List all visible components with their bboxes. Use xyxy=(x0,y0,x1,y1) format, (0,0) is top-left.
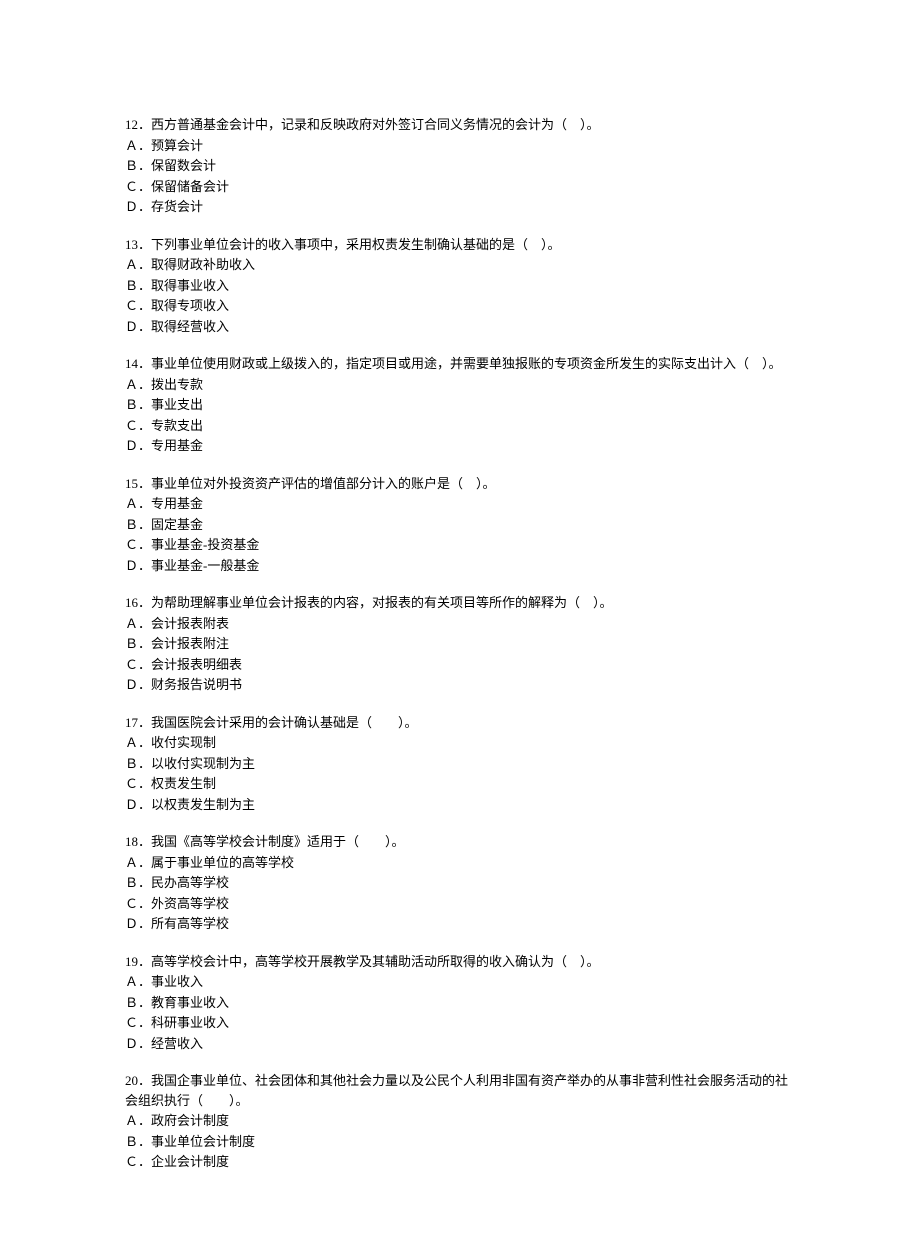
question-body: 高等学校会计中，高等学校开展教学及其辅助活动所取得的收入确认为（ ）。 xyxy=(151,954,600,969)
question-option: Ｄ．存货会计 xyxy=(125,197,795,217)
question-option: Ｂ．保留数会计 xyxy=(125,156,795,176)
question-block: 18．我国《高等学校会计制度》适用于（ ）。Ａ．属于事业单位的高等学校Ｂ．民办高… xyxy=(125,832,795,934)
question-number: 18． xyxy=(125,834,151,849)
question-body: 下列事业单位会计的收入事项中，采用权责发生制确认基础的是（ ）。 xyxy=(151,237,561,252)
question-number: 15． xyxy=(125,476,151,491)
question-block: 12．西方普通基金会计中，记录和反映政府对外签订合同义务情况的会计为（ ）。Ａ．… xyxy=(125,115,795,217)
question-option: Ｃ．保留储备会计 xyxy=(125,177,795,197)
question-block: 14．事业单位使用财政或上级拨入的，指定项目或用途，并需要单独报账的专项资金所发… xyxy=(125,354,795,456)
question-number: 19． xyxy=(125,954,151,969)
question-number: 20． xyxy=(125,1073,151,1088)
question-option: Ｄ．取得经营收入 xyxy=(125,317,795,337)
question-text: 15．事业单位对外投资资产评估的增值部分计入的账户是（ ）。 xyxy=(125,474,795,494)
question-option: Ｃ．企业会计制度 xyxy=(125,1152,795,1172)
question-option: Ｃ．取得专项收入 xyxy=(125,296,795,316)
question-number: 17． xyxy=(125,715,151,730)
question-option: Ｂ．固定基金 xyxy=(125,515,795,535)
question-option: Ｃ．权责发生制 xyxy=(125,774,795,794)
question-option: Ｄ．财务报告说明书 xyxy=(125,675,795,695)
question-option: Ａ．会计报表附表 xyxy=(125,614,795,634)
question-option: Ｃ．会计报表明细表 xyxy=(125,655,795,675)
question-option: Ｂ．取得事业收入 xyxy=(125,276,795,296)
question-body: 我国企事业单位、社会团体和其他社会力量以及公民个人利用非国有资产举办的从事非营利… xyxy=(125,1073,788,1108)
question-option: Ｄ．专用基金 xyxy=(125,436,795,456)
question-option: Ｄ．所有高等学校 xyxy=(125,914,795,934)
question-block: 19．高等学校会计中，高等学校开展教学及其辅助活动所取得的收入确认为（ ）。Ａ．… xyxy=(125,952,795,1054)
question-block: 17．我国医院会计采用的会计确认基础是（ ）。Ａ．收付实现制Ｂ．以收付实现制为主… xyxy=(125,713,795,815)
question-body: 我国《高等学校会计制度》适用于（ ）。 xyxy=(151,834,405,849)
question-option: Ａ．收付实现制 xyxy=(125,733,795,753)
question-block: 13．下列事业单位会计的收入事项中，采用权责发生制确认基础的是（ ）。Ａ．取得财… xyxy=(125,235,795,337)
question-text: 12．西方普通基金会计中，记录和反映政府对外签订合同义务情况的会计为（ ）。 xyxy=(125,115,795,135)
question-option: Ａ．专用基金 xyxy=(125,494,795,514)
question-text: 18．我国《高等学校会计制度》适用于（ ）。 xyxy=(125,832,795,852)
question-option: Ｂ．会计报表附注 xyxy=(125,634,795,654)
question-option: Ｄ．事业基金-一般基金 xyxy=(125,556,795,576)
question-option: Ｂ．事业单位会计制度 xyxy=(125,1132,795,1152)
question-block: 20．我国企事业单位、社会团体和其他社会力量以及公民个人利用非国有资产举办的从事… xyxy=(125,1071,795,1172)
question-option: Ａ．取得财政补助收入 xyxy=(125,255,795,275)
question-text: 16．为帮助理解事业单位会计报表的内容，对报表的有关项目等所作的解释为（ ）。 xyxy=(125,593,795,613)
question-option: Ｂ．教育事业收入 xyxy=(125,993,795,1013)
question-option: Ｂ．事业支出 xyxy=(125,395,795,415)
question-text: 20．我国企事业单位、社会团体和其他社会力量以及公民个人利用非国有资产举办的从事… xyxy=(125,1071,795,1110)
question-option: Ｄ．经营收入 xyxy=(125,1034,795,1054)
question-number: 12． xyxy=(125,117,151,132)
question-option: Ａ．政府会计制度 xyxy=(125,1111,795,1131)
question-text: 17．我国医院会计采用的会计确认基础是（ ）。 xyxy=(125,713,795,733)
question-option: Ａ．事业收入 xyxy=(125,972,795,992)
question-option: Ｃ．科研事业收入 xyxy=(125,1013,795,1033)
question-body: 我国医院会计采用的会计确认基础是（ ）。 xyxy=(151,715,418,730)
question-option: Ｄ．以权责发生制为主 xyxy=(125,795,795,815)
question-body: 为帮助理解事业单位会计报表的内容，对报表的有关项目等所作的解释为（ ）。 xyxy=(151,595,613,610)
question-number: 13． xyxy=(125,237,151,252)
question-option: Ｃ．外资高等学校 xyxy=(125,894,795,914)
question-option: Ａ．属于事业单位的高等学校 xyxy=(125,853,795,873)
question-number: 14． xyxy=(125,356,151,371)
question-block: 15．事业单位对外投资资产评估的增值部分计入的账户是（ ）。Ａ．专用基金Ｂ．固定… xyxy=(125,474,795,576)
question-option: Ｃ．事业基金-投资基金 xyxy=(125,535,795,555)
question-body: 西方普通基金会计中，记录和反映政府对外签订合同义务情况的会计为（ ）。 xyxy=(151,117,600,132)
question-option: Ｃ．专款支出 xyxy=(125,416,795,436)
question-option: Ｂ．以收付实现制为主 xyxy=(125,754,795,774)
question-block: 16．为帮助理解事业单位会计报表的内容，对报表的有关项目等所作的解释为（ ）。Ａ… xyxy=(125,593,795,695)
question-option: Ａ．预算会计 xyxy=(125,136,795,156)
question-option: Ｂ．民办高等学校 xyxy=(125,873,795,893)
question-number: 16． xyxy=(125,595,151,610)
question-body: 事业单位对外投资资产评估的增值部分计入的账户是（ ）。 xyxy=(151,476,496,491)
question-text: 13．下列事业单位会计的收入事项中，采用权责发生制确认基础的是（ ）。 xyxy=(125,235,795,255)
question-body: 事业单位使用财政或上级拨入的，指定项目或用途，并需要单独报账的专项资金所发生的实… xyxy=(151,356,782,371)
question-text: 19．高等学校会计中，高等学校开展教学及其辅助活动所取得的收入确认为（ ）。 xyxy=(125,952,795,972)
question-text: 14．事业单位使用财政或上级拨入的，指定项目或用途，并需要单独报账的专项资金所发… xyxy=(125,354,795,374)
question-option: Ａ．拨出专款 xyxy=(125,375,795,395)
